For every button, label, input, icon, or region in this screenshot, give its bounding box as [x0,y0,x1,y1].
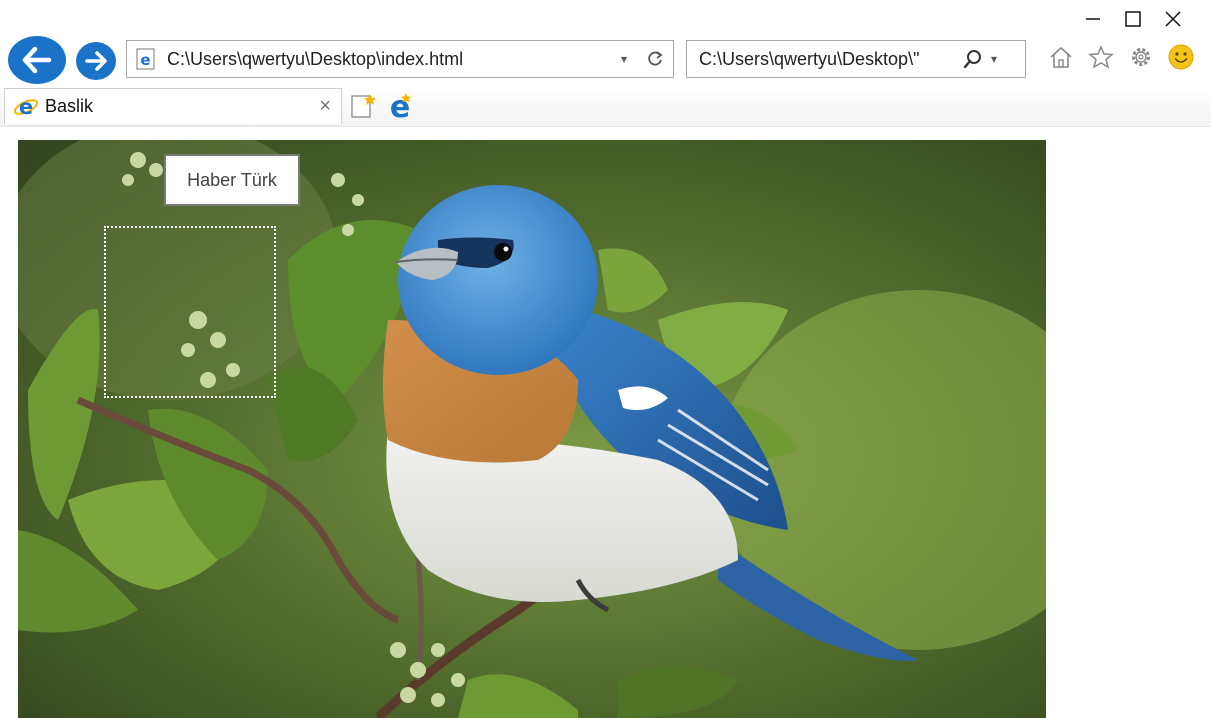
favorites-star-icon [1088,45,1114,69]
window-controls [1073,6,1193,32]
tab-bar: e Baslik × e [0,88,1211,127]
svg-text:e: e [140,51,150,69]
close-icon [1165,11,1181,27]
settings-button[interactable] [1128,45,1154,74]
back-arrow-icon [22,46,52,74]
tab-title: Baslik [45,96,94,116]
home-icon [1050,46,1072,68]
close-window-button[interactable] [1153,6,1193,32]
tab-baslik[interactable]: e Baslik × [4,88,342,124]
minimize-icon [1086,18,1100,20]
feedback-button[interactable] [1168,44,1194,75]
home-button[interactable] [1048,45,1074,74]
address-bar[interactable]: e C:\Users\qwertyu\Desktop\index.html ▾ [126,40,674,78]
tab-close-icon[interactable]: × [319,95,331,118]
address-dropdown-icon[interactable]: ▾ [621,52,639,66]
new-tab-icon [351,94,376,118]
toolbar-icons [1048,44,1194,75]
maximize-icon [1125,11,1141,27]
svg-text:e: e [19,95,33,119]
forward-arrow-icon [85,51,107,71]
search-query: C:\Users\qwertyu\Desktop\" [699,48,920,69]
ie-logo-icon: e [13,95,39,119]
favorites-button[interactable] [1088,45,1114,74]
minimize-button[interactable] [1073,6,1113,32]
navigation-bar: e C:\Users\qwertyu\Desktop\index.html ▾ … [8,36,1208,86]
forward-button[interactable] [76,42,116,80]
ie-logo-icon: e [390,90,411,125]
address-url: C:\Users\qwertyu\Desktop\index.html [167,48,464,69]
search-icon[interactable] [963,49,983,69]
new-tab-button[interactable] [348,92,378,120]
back-button[interactable] [8,36,66,84]
ie-quick-tab-button[interactable]: e [384,90,418,125]
search-dropdown-icon[interactable]: ▾ [991,52,997,66]
refresh-icon[interactable] [645,50,665,68]
maximize-button[interactable] [1113,6,1153,32]
settings-gear-icon [1132,48,1150,66]
page-content: Haber Türk [18,140,1046,718]
svg-text:e: e [390,90,410,122]
image-map-area-focus[interactable] [104,226,276,398]
ie-page-icon: e [136,48,155,70]
search-box[interactable]: C:\Users\qwertyu\Desktop\" ▾ [686,40,1026,78]
smiley-feedback-icon [1168,44,1194,70]
tooltip: Haber Türk [164,154,300,206]
